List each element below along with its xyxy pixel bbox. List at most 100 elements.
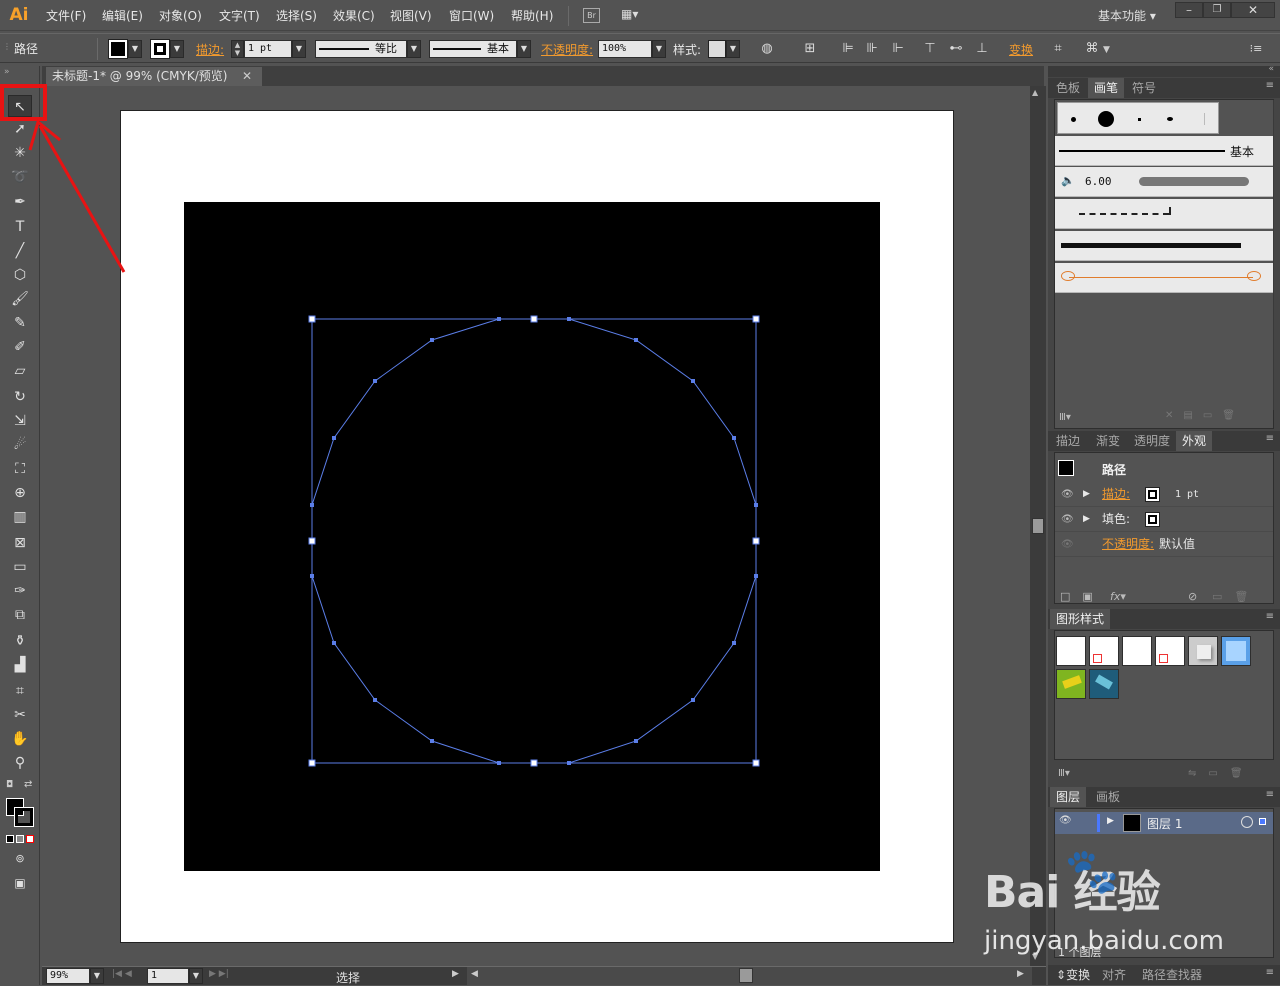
tab-transform[interactable]: ⇕变换 [1050,965,1096,985]
dock-header[interactable]: « [1048,64,1280,77]
teal-style-swatch[interactable] [1089,669,1119,699]
appearance-delete-actions[interactable]: ▭🗑 [1212,590,1260,603]
status-menu-icon[interactable]: ▶ [452,969,459,979]
panel-menu-icon[interactable]: ≡ [1266,789,1274,800]
scroll-brush-row[interactable] [1055,263,1273,293]
tab-symbols[interactable]: 符号 [1126,78,1162,98]
selection-indicator[interactable] [1259,818,1266,825]
visibility-eye-icon[interactable]: 👁 [1061,532,1074,557]
polygon-path[interactable] [311,318,757,764]
watermark-url: jingyan.baidu.com [984,926,1224,956]
appearance-opacity-value: 默认值 [1159,537,1196,551]
style-panel-actions[interactable]: ⇋▭🗑 [1188,768,1255,779]
art-brush-row[interactable]: 🔈 6.00 [1055,167,1273,197]
tab-artboards[interactable]: 画板 [1090,787,1126,807]
target-circle-icon[interactable] [1241,816,1253,828]
brush-dot-tiny[interactable] [1138,118,1141,121]
scroll-up-icon[interactable]: ▲ [1032,88,1038,97]
visibility-eye-icon[interactable]: 👁 [1061,482,1074,507]
bristle-stroke-sample [1061,243,1241,248]
white-style-swatch[interactable] [1122,636,1152,666]
style-libraries-icon[interactable]: Ⅲ▾ [1058,768,1070,779]
zoom-field[interactable]: 99% [46,968,90,984]
pattern-brush-row[interactable] [1055,199,1273,229]
brush-panel-actions[interactable]: ✕▤▭🗑 [1165,410,1245,421]
current-tool-status: 选择 [336,971,361,985]
no-style-swatch[interactable] [1089,636,1119,666]
brush-dot-small[interactable] [1071,117,1076,122]
brush-dot-large[interactable] [1098,111,1114,127]
calligraphic-brush-row[interactable] [1057,102,1219,134]
clear-appearance-icon[interactable]: ⊘ [1188,590,1197,603]
last-artboard-icon[interactable]: ▶ ▶| [209,969,229,979]
orange-scroll-sample [1069,277,1253,278]
dashed-sample-end [1169,207,1171,215]
tab-gradient[interactable]: 渐变 [1090,431,1126,451]
artboard-dropdown[interactable]: ▼ [189,968,203,984]
tab-pathfinder[interactable]: 路径查找器 [1136,965,1208,985]
tab-stroke[interactable]: 描边 [1050,431,1086,451]
panel-menu-icon[interactable]: ≡ [1266,80,1274,91]
bristle-brush-row[interactable] [1055,231,1273,261]
appearance-stroke-value: 1 pt [1175,489,1200,500]
first-artboard-icon[interactable]: |◀ ◀ [112,969,132,979]
layer-name[interactable]: 图层 1 [1147,815,1182,832]
bounding-box[interactable] [311,318,757,764]
appearance-stroke-row[interactable]: 👁 ▶ 描边: 1 pt [1055,482,1273,507]
appearance-stroke-label[interactable]: 描边: [1102,482,1130,507]
layer-row[interactable]: 👁 ▶ 图层 1 [1055,812,1273,834]
appearance-fill-row[interactable]: 👁 ▶ 填色: [1055,507,1273,532]
scroll-left-icon[interactable]: ◀ [471,969,478,979]
appearance-opacity-row[interactable]: 👁 不透明度: 默认值 [1055,532,1273,557]
basic-brush-label: 基本 [1230,145,1255,159]
blue-style-swatch[interactable] [1221,636,1251,666]
anchor-points [310,317,758,765]
double-style-swatch[interactable] [1155,636,1185,666]
appearance-actions[interactable]: □▣ [1060,590,1105,603]
status-bar: 99% ▼ |◀ ◀ 1 ▼ ▶ ▶| 选择 ▶ ◀ ▶ [42,966,1046,985]
zoom-dropdown[interactable]: ▼ [90,968,104,984]
tab-layers[interactable]: 图层 [1050,787,1087,807]
tab-swatches[interactable]: 色板 [1050,78,1086,98]
annotation-arrow-line [38,125,126,273]
brush-list-scrollbar[interactable] [1273,100,1274,410]
brushes-panel-tabs: 色板 画笔 符号 ≡ [1048,78,1280,98]
visibility-eye-icon[interactable]: 👁 [1061,507,1074,532]
panel-menu-icon[interactable]: ≡ [1266,433,1274,444]
expand-triangle-icon[interactable]: ▶ [1107,816,1114,826]
fx-icon[interactable]: fx▾ [1110,590,1126,603]
tab-align[interactable]: 对齐 [1096,965,1132,985]
basic-brush-row[interactable]: 基本 [1055,136,1273,166]
appearance-opacity-label[interactable]: 不透明度: [1102,532,1154,557]
bottom-panel-tabs: ⇕变换 对齐 路径查找器 ≡ [1048,965,1280,985]
expand-triangle-icon[interactable]: ▶ [1083,482,1090,507]
appearance-panel-tabs: 描边 渐变 透明度 外观 ≡ [1048,431,1280,451]
shadow-style-swatch[interactable] [1188,636,1218,666]
path-thumbnail [1058,460,1074,476]
vertical-scrollbar[interactable]: ▲ ▼ [1030,86,1046,966]
h-scroll-thumb[interactable] [739,968,753,983]
fill-swatch-small[interactable] [1145,512,1160,527]
brush-dot-thin[interactable] [1204,113,1205,125]
brush-dot-oval[interactable] [1167,117,1173,121]
layer-visibility-eye-icon[interactable]: 👁 [1059,815,1072,826]
panel-menu-icon[interactable]: ≡ [1266,967,1274,978]
stroke-swatch-small[interactable] [1145,487,1160,502]
scroll-thumb[interactable] [1032,518,1044,534]
collapse-dock-icon[interactable]: « [1268,64,1274,74]
horizontal-scrollbar[interactable]: ◀ ▶ [467,967,1032,985]
layers-panel-tabs: 图层 画板 ≡ [1048,787,1280,807]
appearance-fill-label: 填色: [1102,512,1131,526]
brush-libraries-icon[interactable]: Ⅲ▾ [1059,412,1071,423]
expand-triangle-icon[interactable]: ▶ [1083,507,1090,532]
default-style-swatch[interactable] [1056,636,1086,666]
green-style-swatch[interactable] [1056,669,1086,699]
artboard-number-field[interactable]: 1 [147,968,189,984]
tab-graphic-styles[interactable]: 图形样式 [1050,609,1111,629]
tab-brushes[interactable]: 画笔 [1088,78,1125,98]
panel-menu-icon[interactable]: ≡ [1266,611,1274,622]
tab-transparency[interactable]: 透明度 [1128,431,1176,451]
dashed-sample [1079,213,1169,215]
tab-appearance[interactable]: 外观 [1176,431,1213,451]
scroll-right-icon[interactable]: ▶ [1017,969,1024,979]
